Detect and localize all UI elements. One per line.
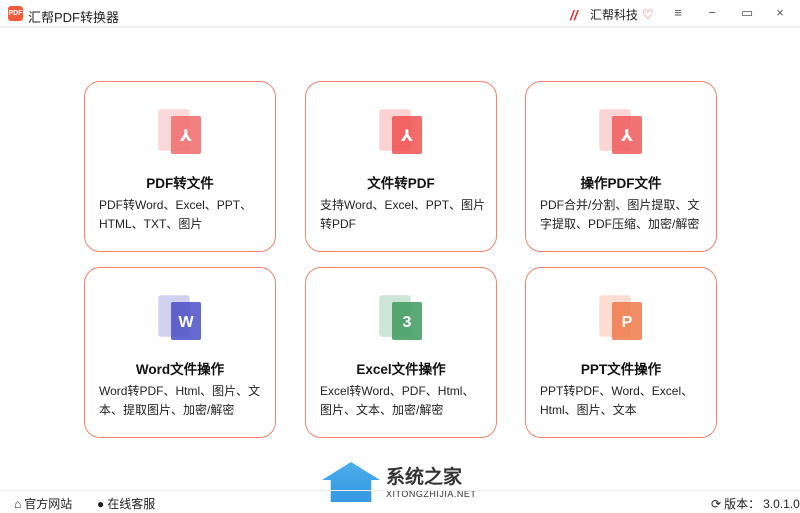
card-title: 文件转PDF — [367, 176, 435, 191]
card-description: PPT转PDF、Word、Excel、Html、图片、文本 — [540, 384, 694, 417]
svg-text:3: 3 — [403, 314, 412, 331]
feature-card[interactable]: 3 Excel文件操作 Excel转Word、PDF、Html、图片、文本、加密… — [305, 267, 497, 438]
svg-text:⅄: ⅄ — [400, 128, 413, 145]
official-website-link[interactable]: ⌂ 官方网站 — [14, 495, 72, 512]
feature-card[interactable]: ⅄ PDF转文件 PDF转Word、Excel、PPT、HTML、TXT、图片 — [84, 81, 276, 252]
home-icon: ⌂ — [14, 496, 22, 511]
feature-card[interactable]: ⅄ 操作PDF文件 PDF合并/分割、图片提取、文字提取、PDF压缩、加密/解密 — [525, 81, 717, 252]
refresh-icon: ⟳ — [711, 496, 722, 511]
version-label: 版本： — [724, 497, 761, 511]
card-description: Excel转Word、PDF、Html、图片、文本、加密/解密 — [320, 384, 475, 417]
card-title: 操作PDF文件 — [580, 176, 662, 191]
file-to-pdf-icon: ⅄ — [376, 106, 428, 158]
user-icon: ● — [97, 496, 105, 511]
card-description: Word转PDF、Html、图片、文本、提取图片、加密/解密 — [99, 384, 261, 417]
card-description: PDF转Word、Excel、PPT、HTML、TXT、图片 — [99, 198, 253, 231]
pdf-operate-icon: ⅄ — [596, 106, 648, 158]
card-title: Word文件操作 — [135, 362, 225, 377]
feature-card[interactable]: W Word文件操作 Word转PDF、Html、图片、文本、提取图片、加密/解… — [84, 267, 276, 438]
svg-text:P: P — [622, 314, 633, 331]
feature-card[interactable]: P PPT文件操作 PPT转PDF、Word、Excel、Html、图片、文本 — [525, 267, 717, 438]
title-bar: PDF 汇帮PDF转换器 // 汇帮科技 ♡ ≡ − ▭ × — [0, 0, 800, 28]
card-title: PDF转文件 — [146, 176, 214, 191]
card-title: PPT文件操作 — [580, 362, 662, 377]
app-logo: PDF — [8, 6, 23, 21]
version-info[interactable]: ⟳ 版本： 3.0.1.0 — [711, 495, 800, 512]
footer: ⌂ 官方网站 ● 在线客服 ⟳ 版本： 3.0.1.0 — [0, 490, 800, 513]
feature-card[interactable]: ⅄ 文件转PDF 支持Word、Excel、PPT、图片转PDF — [305, 81, 497, 252]
card-description: 支持Word、Excel、PPT、图片转PDF — [320, 198, 486, 231]
website-label: 官方网站 — [24, 497, 73, 511]
brand-logo-icon: // — [570, 6, 578, 23]
svg-text:⅄: ⅄ — [620, 128, 633, 145]
service-label: 在线客服 — [107, 497, 156, 511]
word-icon: W — [155, 292, 207, 344]
minimize-button[interactable]: − — [702, 5, 722, 23]
ppt-icon: P — [596, 292, 648, 344]
brand[interactable]: // 汇帮科技 ♡ — [570, 6, 654, 23]
card-title: Excel文件操作 — [356, 362, 446, 377]
app-title: 汇帮PDF转换器 — [28, 10, 120, 25]
card-description: PDF合并/分割、图片提取、文字提取、PDF压缩、加密/解密 — [540, 198, 700, 231]
menu-button[interactable]: ≡ — [668, 5, 688, 23]
maximize-button[interactable]: ▭ — [737, 5, 757, 23]
watermark-title: 系统之家 — [386, 467, 463, 488]
svg-text:W: W — [178, 314, 194, 331]
close-button[interactable]: × — [770, 5, 790, 23]
svg-text:⅄: ⅄ — [179, 128, 192, 145]
brand-name: 汇帮科技 — [590, 8, 639, 22]
pdf-to-file-icon: ⅄ — [155, 106, 207, 158]
excel-icon: 3 — [376, 292, 428, 344]
version-number: 3.0.1.0 — [763, 496, 800, 511]
heart-icon[interactable]: ♡ — [642, 7, 654, 23]
online-service-link[interactable]: ● 在线客服 — [97, 495, 155, 512]
